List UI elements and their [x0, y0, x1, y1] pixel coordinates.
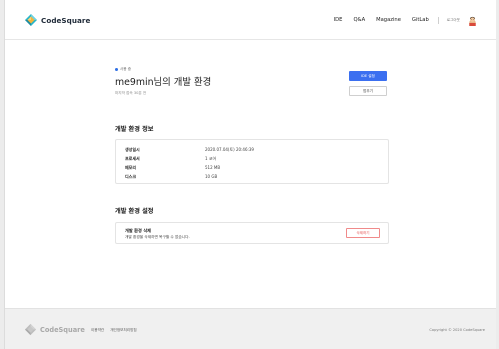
info-value: 2020.07.04(토) 20:46:39 — [205, 147, 254, 152]
browser-frame: CodeSquare IDE Q&A Magazine GitLab 로그아웃 … — [4, 0, 496, 349]
privacy-link[interactable]: 개인정보처리방침 — [110, 328, 136, 333]
info-value: 10 GB — [205, 174, 218, 179]
info-row-created: 생성일시 2020.07.04(토) 20:46:39 — [125, 147, 254, 153]
main-content: 사용 중 me9min님의 개발 환경 마지막 접속 30분 전 IDE 설정 … — [5, 40, 496, 308]
terms-link[interactable]: 이용약관 — [91, 328, 104, 333]
settings-section-title: 개발 환경 설정 — [115, 208, 154, 215]
codesquare-logo-icon — [24, 323, 37, 336]
status-indicator: 사용 중 — [115, 67, 131, 72]
footer-logo[interactable]: CodeSquare — [24, 323, 85, 336]
site-header: CodeSquare IDE Q&A Magazine GitLab 로그아웃 — [5, 0, 496, 40]
info-value: 1 코어 — [205, 156, 217, 161]
footer-links: 이용약관 개인정보처리방침 — [91, 328, 143, 333]
delete-description: 개발 환경을 삭제하면 복구할 수 없습니다. — [125, 235, 190, 239]
status-dot-icon — [115, 68, 118, 71]
top-nav: IDE Q&A Magazine GitLab 로그아웃 — [323, 13, 478, 27]
info-label: 생성일시 — [125, 147, 140, 152]
info-row-disk: 디스크 10 GB — [125, 174, 217, 180]
nav-item-qa[interactable]: Q&A — [353, 17, 365, 23]
info-label: 디스크 — [125, 174, 137, 179]
stop-button[interactable]: 멈추기 — [349, 86, 387, 96]
info-label: 프로세서 — [125, 156, 140, 161]
status-label: 사용 중 — [120, 67, 132, 71]
info-section-title: 개발 환경 정보 — [115, 126, 154, 133]
delete-title: 개발 환경 삭제 — [125, 228, 152, 233]
last-access-text: 마지막 접속 30분 전 — [115, 91, 147, 95]
footer-brand-name: CodeSquare — [40, 325, 85, 334]
info-label: 메모리 — [125, 165, 137, 170]
logout-link[interactable]: 로그아웃 — [447, 18, 460, 23]
nav-item-ide[interactable]: IDE — [334, 17, 343, 23]
info-value: 512 MB — [205, 165, 221, 170]
nav-item-gitlab[interactable]: GitLab — [412, 17, 429, 23]
site-footer: CodeSquare 이용약관 개인정보처리방침 Copyright © 202… — [5, 308, 496, 349]
ide-settings-button[interactable]: IDE 설정 — [349, 71, 387, 81]
brand-logo[interactable]: CodeSquare — [24, 12, 90, 28]
info-card: 생성일시 2020.07.04(토) 20:46:39 프로세서 1 코어 메모… — [115, 139, 389, 184]
info-row-memory: 메모리 512 MB — [125, 165, 220, 171]
codesquare-logo-icon — [25, 14, 37, 26]
user-avatar-icon[interactable] — [467, 15, 478, 26]
nav-item-magazine[interactable]: Magazine — [376, 17, 401, 23]
copyright-text: Copyright © 2020 CodeSquare — [429, 328, 485, 332]
brand-name: CodeSquare — [41, 15, 91, 25]
page-title: me9min님의 개발 환경 — [115, 77, 212, 88]
info-row-processor: 프로세서 1 코어 — [125, 156, 216, 162]
delete-button[interactable]: 삭제하기 — [346, 228, 380, 238]
nav-divider — [437, 16, 439, 24]
delete-environment-card: 개발 환경 삭제 개발 환경을 삭제하면 복구할 수 없습니다. 삭제하기 — [115, 222, 389, 244]
